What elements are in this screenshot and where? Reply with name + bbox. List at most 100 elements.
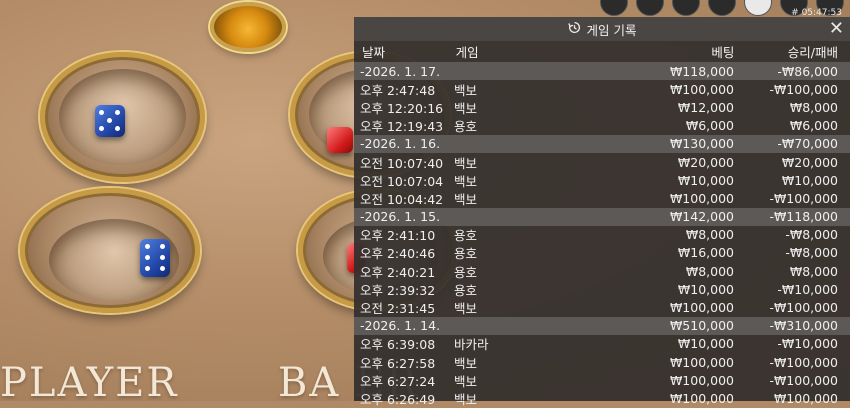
date-group-row: -2026. 1. 16. ₩130,000 -₩70,000 bbox=[354, 134, 850, 153]
row-time: 오후 2:40:46 bbox=[360, 246, 436, 262]
row-win-loss: -₩10,000 bbox=[777, 281, 838, 297]
group-date: -2026. 1. 14. bbox=[360, 318, 441, 334]
row-win-loss: ₩100,000 bbox=[773, 390, 838, 406]
row-win-loss: -₩100,000 bbox=[769, 81, 838, 97]
history-row[interactable]: 오전 10:07:04 백보 ₩10,000 ₩10,000 bbox=[354, 171, 850, 189]
row-win-loss: ₩20,000 bbox=[781, 154, 838, 170]
history-row[interactable]: 오후 2:39:32 용호 ₩10,000 -₩10,000 bbox=[354, 280, 850, 298]
row-bet: ₩100,000 bbox=[669, 372, 734, 388]
row-time: 오후 12:19:43 bbox=[360, 119, 444, 135]
history-row[interactable]: 오후 12:20:16 백보 ₩12,000 ₩8,000 bbox=[354, 98, 850, 116]
row-win-loss: ₩8,000 bbox=[789, 263, 838, 279]
group-win-total: -₩310,000 bbox=[769, 318, 838, 334]
row-time: 오전 10:04:42 bbox=[360, 191, 444, 207]
row-time: 오후 6:27:58 bbox=[360, 355, 436, 371]
group-win-total: -₩70,000 bbox=[777, 136, 838, 152]
row-game: 백보 bbox=[454, 82, 478, 98]
row-bet: ₩10,000 bbox=[677, 336, 734, 352]
group-date: -2026. 1. 16. bbox=[360, 136, 441, 152]
row-time: 오후 12:20:16 bbox=[360, 100, 444, 116]
row-win-loss: -₩10,000 bbox=[777, 336, 838, 352]
row-time: 오후 6:26:49 bbox=[360, 391, 436, 407]
row-win-loss: -₩100,000 bbox=[769, 190, 838, 206]
control-button[interactable] bbox=[672, 0, 700, 16]
row-time: 오후 6:27:24 bbox=[360, 373, 436, 389]
history-row[interactable]: 오후 6:27:58 백보 ₩100,000 -₩100,000 bbox=[354, 353, 850, 371]
group-bet-total: ₩510,000 bbox=[669, 318, 734, 334]
control-button[interactable] bbox=[600, 0, 628, 16]
control-button[interactable] bbox=[744, 0, 772, 16]
history-row[interactable]: 오후 6:27:24 백보 ₩100,000 -₩100,000 bbox=[354, 371, 850, 389]
row-game: 백보 bbox=[454, 100, 478, 116]
group-bet-total: ₩118,000 bbox=[669, 63, 734, 79]
row-time: 오후 2:39:32 bbox=[360, 282, 436, 298]
history-row[interactable]: 오후 2:47:48 백보 ₩100,000 -₩100,000 bbox=[354, 80, 850, 98]
history-row[interactable]: 오전 10:07:40 백보 ₩20,000 ₩20,000 bbox=[354, 153, 850, 171]
row-bet: ₩6,000 bbox=[685, 118, 734, 134]
blue-die bbox=[140, 239, 170, 277]
row-win-loss: ₩6,000 bbox=[789, 118, 838, 134]
row-win-loss: ₩10,000 bbox=[781, 172, 838, 188]
row-bet: ₩16,000 bbox=[677, 245, 734, 261]
date-group-row: -2026. 1. 15. ₩142,000 -₩118,000 bbox=[354, 207, 850, 226]
row-game: 용호 bbox=[454, 119, 478, 135]
row-win-loss: ₩8,000 bbox=[789, 99, 838, 115]
row-bet: ₩8,000 bbox=[685, 227, 734, 243]
close-icon[interactable]: ✕ bbox=[829, 18, 844, 39]
history-row[interactable]: 오후 2:40:46 용호 ₩16,000 -₩8,000 bbox=[354, 244, 850, 262]
control-button[interactable] bbox=[636, 0, 664, 16]
row-win-loss: -₩100,000 bbox=[769, 354, 838, 370]
column-date: 날짜 bbox=[362, 45, 386, 60]
row-time: 오전 10:07:04 bbox=[360, 173, 444, 189]
panel-header: 게임 기록 ✕ bbox=[354, 17, 850, 41]
history-row[interactable]: 오후 6:39:08 바카라 ₩10,000 -₩10,000 bbox=[354, 335, 850, 353]
history-row[interactable]: 오후 2:40:21 용호 ₩8,000 ₩8,000 bbox=[354, 262, 850, 280]
history-row[interactable]: 오후 6:26:49 백보 ₩100,000 ₩100,000 bbox=[354, 389, 850, 407]
row-time: 오전 2:31:45 bbox=[360, 301, 436, 317]
panel-title: 게임 기록 bbox=[586, 22, 637, 38]
row-bet: ₩100,000 bbox=[669, 300, 734, 316]
red-die bbox=[327, 127, 353, 153]
group-date: -2026. 1. 15. bbox=[360, 209, 441, 225]
row-bet: ₩100,000 bbox=[669, 354, 734, 370]
row-win-loss: -₩8,000 bbox=[785, 227, 838, 243]
group-date: -2026. 1. 17. bbox=[360, 63, 441, 79]
column-game: 게임 bbox=[455, 45, 479, 60]
row-bet: ₩10,000 bbox=[677, 281, 734, 297]
row-bet: ₩8,000 bbox=[685, 263, 734, 279]
row-bet: ₩100,000 bbox=[669, 81, 734, 97]
history-row[interactable]: 오전 10:04:42 백보 ₩100,000 -₩100,000 bbox=[354, 189, 850, 207]
row-game: 백보 bbox=[454, 155, 478, 171]
row-game: 용호 bbox=[454, 282, 478, 298]
row-game: 용호 bbox=[454, 246, 478, 262]
history-row[interactable]: 오후 12:19:43 용호 ₩6,000 ₩6,000 bbox=[354, 117, 850, 135]
row-game: 용호 bbox=[454, 228, 478, 244]
group-win-total: -₩86,000 bbox=[777, 63, 838, 79]
history-row[interactable]: 오후 2:41:10 용호 ₩8,000 -₩8,000 bbox=[354, 226, 850, 244]
row-bet: ₩20,000 bbox=[677, 154, 734, 170]
row-win-loss: -₩100,000 bbox=[769, 300, 838, 316]
history-icon bbox=[567, 21, 581, 38]
row-game: 백보 bbox=[454, 373, 478, 389]
control-button[interactable] bbox=[708, 0, 736, 16]
history-row[interactable]: 오전 2:31:45 백보 ₩100,000 -₩100,000 bbox=[354, 298, 850, 316]
row-time: 오후 2:40:21 bbox=[360, 264, 436, 280]
row-game: 용호 bbox=[454, 264, 478, 280]
row-time: 오전 10:07:40 bbox=[360, 155, 444, 171]
row-game: 백보 bbox=[454, 301, 478, 317]
row-game: 백보 bbox=[454, 173, 478, 189]
group-win-total: -₩118,000 bbox=[769, 209, 838, 225]
row-game: 바카라 bbox=[454, 337, 489, 353]
column-headers: 날짜 게임 베팅 승리/패배 bbox=[354, 41, 850, 62]
group-bet-total: ₩142,000 bbox=[669, 209, 734, 225]
row-bet: ₩100,000 bbox=[669, 390, 734, 406]
row-bet: ₩12,000 bbox=[677, 99, 734, 115]
column-bet: 베팅 bbox=[711, 45, 735, 60]
row-win-loss: -₩100,000 bbox=[769, 372, 838, 388]
history-list[interactable]: -2026. 1. 17. ₩118,000 -₩86,000 오후 2:47:48 백… bbox=[354, 62, 850, 408]
dice-cup-top-left bbox=[40, 52, 205, 182]
row-time: 오후 2:41:10 bbox=[360, 228, 436, 244]
row-time: 오후 2:47:48 bbox=[360, 82, 436, 98]
column-win-loss: 승리/패배 bbox=[787, 45, 838, 60]
row-game: 백보 bbox=[454, 391, 478, 407]
